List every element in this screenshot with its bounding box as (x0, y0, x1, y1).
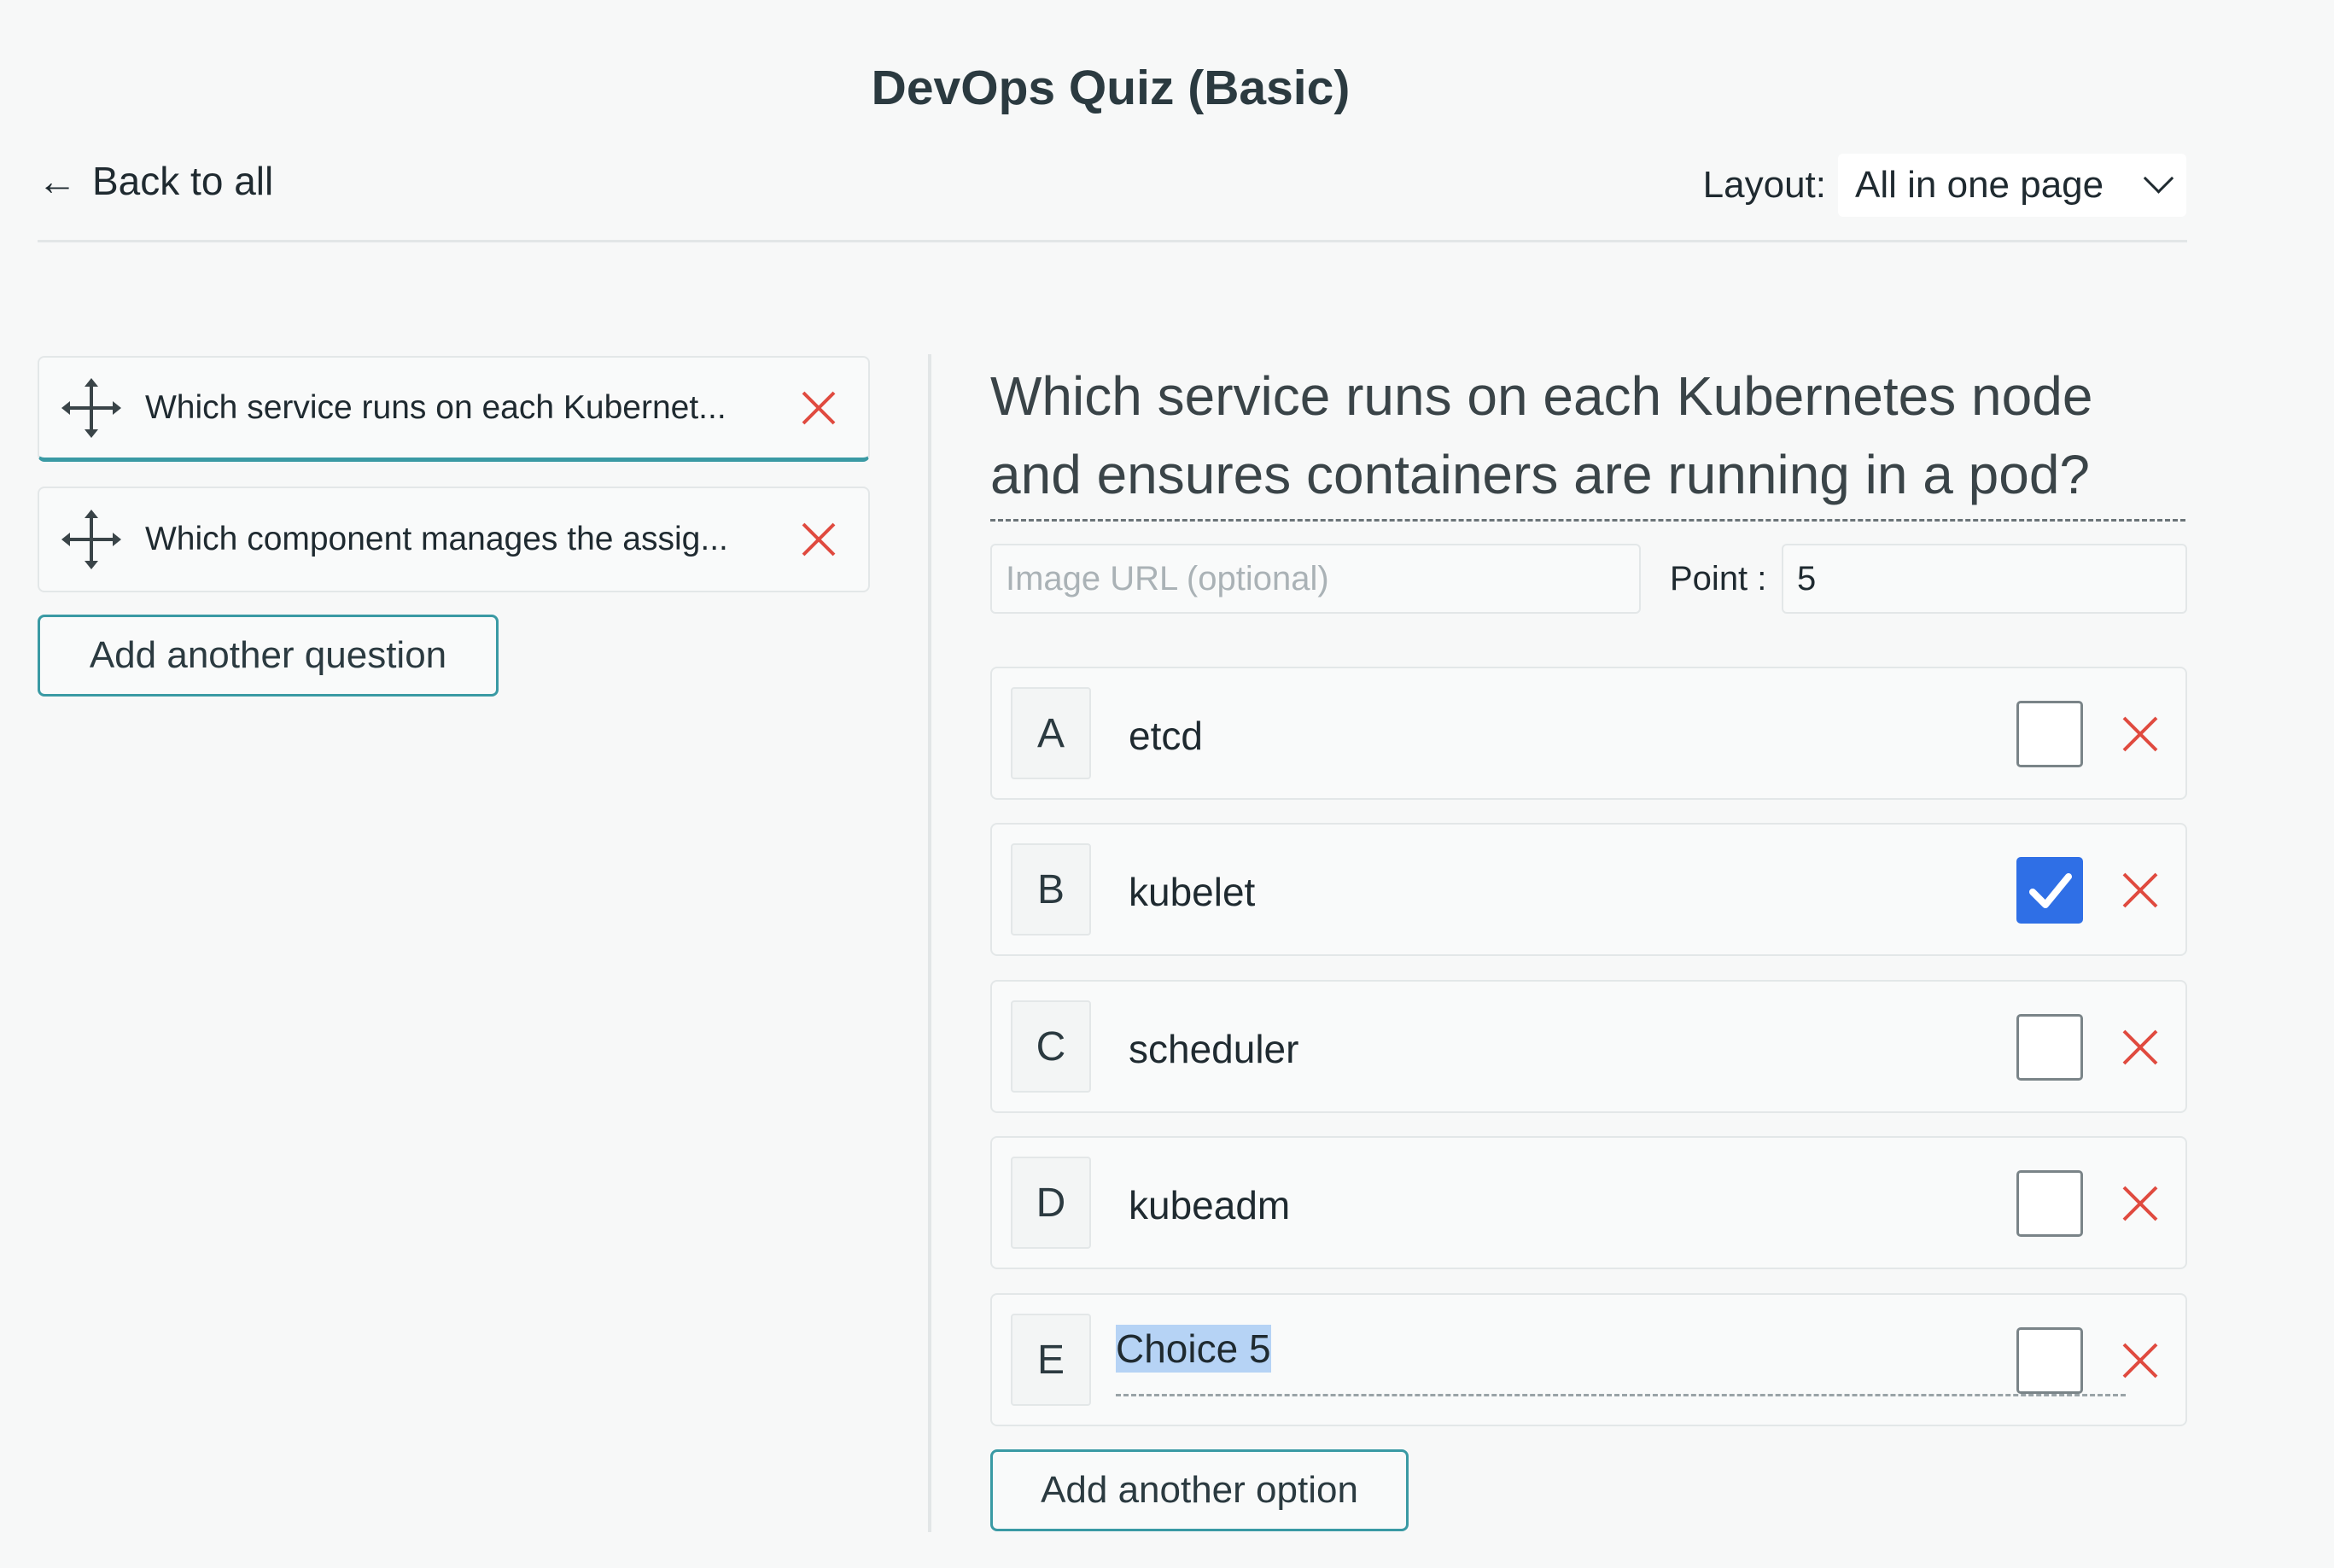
option-row: A etcd (990, 667, 2187, 800)
quiz-editor-page: DevOps Quiz (Basic) ← Back to all Layout… (0, 0, 2334, 1568)
layout-value: All in one page (1855, 164, 2104, 206)
option-text-field[interactable]: kubelet (1129, 869, 1255, 915)
option-letter: C (1011, 1000, 1091, 1093)
option-letter: D (1011, 1157, 1091, 1249)
delete-question-icon[interactable] (800, 389, 837, 427)
checkmark-icon (2029, 873, 2072, 908)
option-row: B kubelet (990, 823, 2187, 956)
header-divider (38, 240, 2187, 242)
option-text-field[interactable]: scheduler (1129, 1026, 1298, 1072)
delete-option-icon[interactable] (2121, 1341, 2160, 1380)
question-list-label: Which component manages the assig... (145, 521, 728, 557)
option-letter: A (1011, 687, 1091, 779)
page-title: DevOps Quiz (Basic) (871, 61, 1351, 115)
add-question-button[interactable]: Add another question (38, 615, 499, 697)
delete-option-icon[interactable] (2121, 1028, 2160, 1067)
option-text-field[interactable]: kubeadm (1129, 1182, 1290, 1228)
point-label: Point : (1670, 560, 1767, 597)
layout-label: Layout: (1702, 164, 1826, 206)
delete-option-icon[interactable] (2121, 714, 2160, 754)
add-option-button[interactable]: Add another option (990, 1449, 1409, 1531)
option-row: C scheduler (990, 980, 2187, 1113)
chevron-down-icon (2143, 162, 2174, 194)
option-row: E Choice 5 (990, 1293, 2187, 1426)
option-row: D kubeadm (990, 1136, 2187, 1269)
option-letter: B (1011, 843, 1091, 936)
correct-checkbox[interactable] (2016, 701, 2083, 767)
layout-select[interactable]: All in one page (1838, 154, 2186, 217)
option-letter: E (1011, 1314, 1091, 1406)
correct-checkbox[interactable] (2016, 1327, 2083, 1394)
question-list-item[interactable]: Which component manages the assig... (38, 487, 870, 592)
back-label: Back to all (92, 159, 274, 203)
move-icon[interactable] (61, 510, 121, 569)
arrow-left-icon: ← (38, 159, 77, 203)
delete-option-icon[interactable] (2121, 871, 2160, 910)
question-list-label: Which service runs on each Kubernet... (145, 388, 726, 426)
question-list-item[interactable]: Which service runs on each Kubernet... (38, 356, 870, 462)
layout-control: Layout: All in one page (1703, 154, 2186, 217)
delete-question-icon[interactable] (800, 521, 837, 558)
delete-option-icon[interactable] (2121, 1184, 2160, 1223)
option-text-field[interactable]: Choice 5 (1116, 1325, 2126, 1396)
correct-checkbox[interactable] (2016, 1014, 2083, 1081)
correct-checkbox[interactable] (2016, 857, 2083, 924)
column-divider (928, 354, 931, 1532)
back-link[interactable]: ← Back to all (38, 158, 273, 204)
question-text-field[interactable]: Which service runs on each Kubernetes no… (990, 357, 2185, 522)
correct-checkbox[interactable] (2016, 1170, 2083, 1237)
option-text-field[interactable]: etcd (1129, 713, 1203, 759)
selected-option-text: Choice 5 (1116, 1325, 1271, 1373)
image-url-input[interactable]: Image URL (optional) (990, 544, 1641, 614)
move-icon[interactable] (61, 377, 121, 438)
point-input[interactable]: 5 (1782, 544, 2187, 614)
